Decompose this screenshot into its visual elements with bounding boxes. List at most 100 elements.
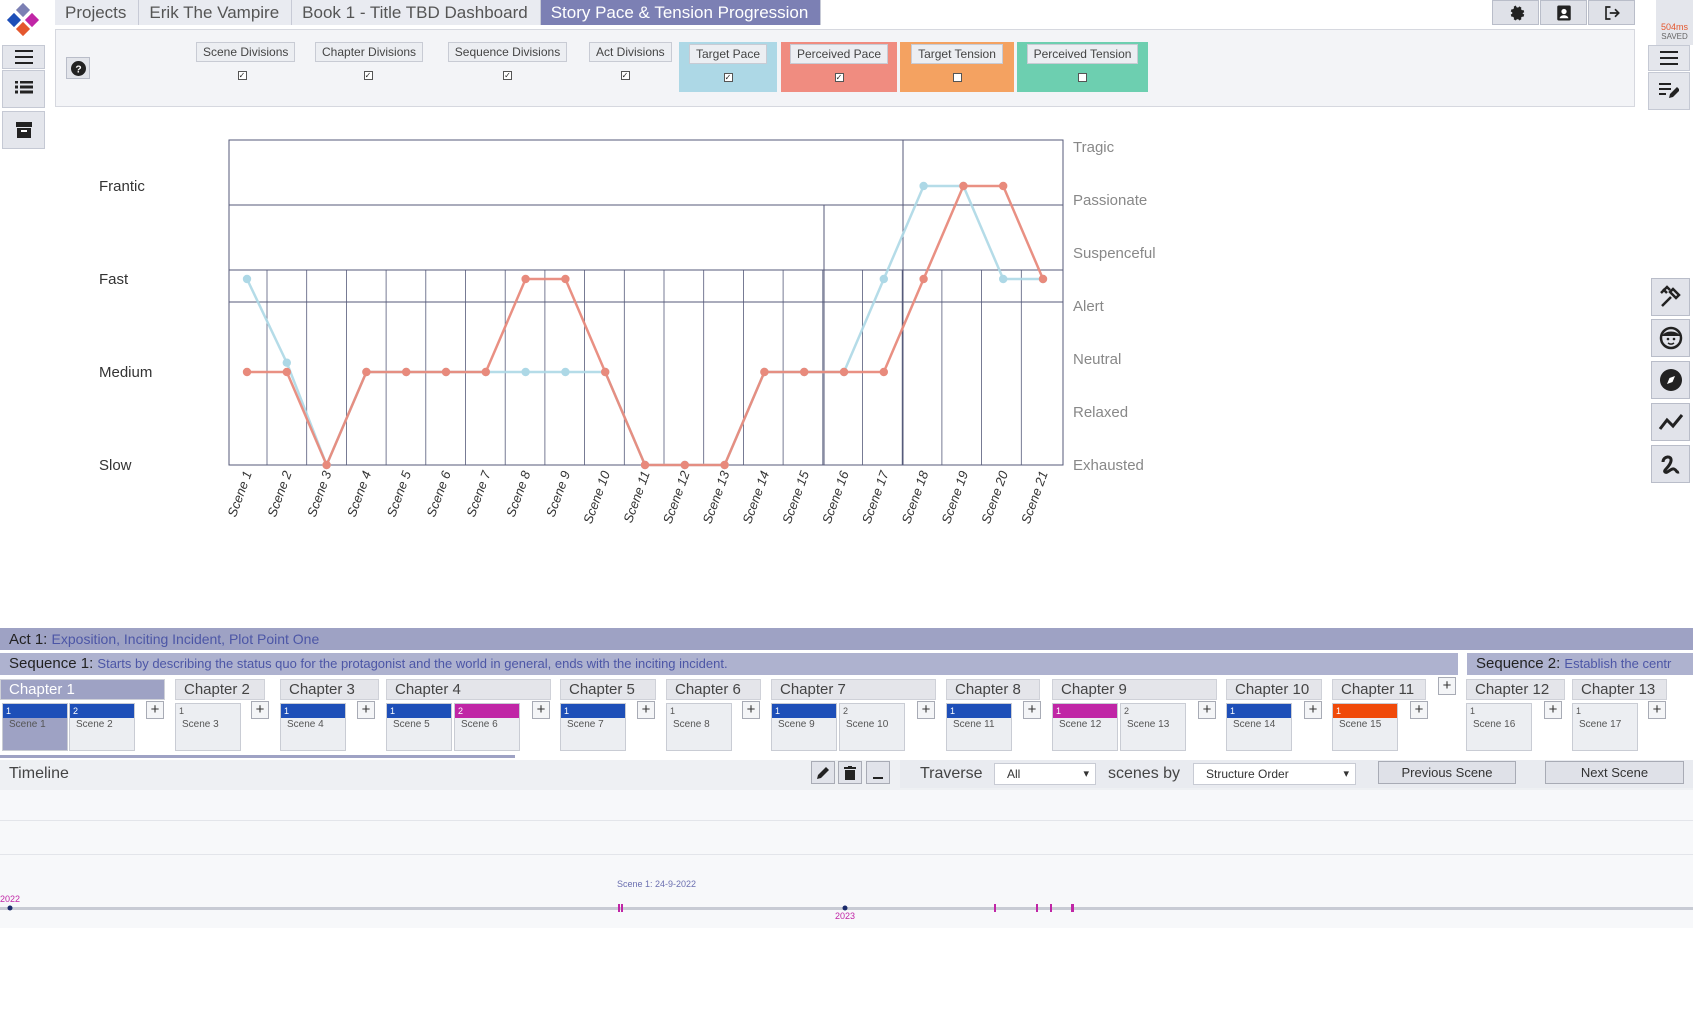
scene-card[interactable]: 2 Scene 6 bbox=[454, 703, 520, 751]
story-arc-button[interactable] bbox=[1651, 445, 1690, 483]
app-logo-icon[interactable] bbox=[5, 3, 41, 39]
account-button[interactable] bbox=[1540, 0, 1587, 25]
data-point[interactable] bbox=[441, 367, 451, 377]
scene-card[interactable]: 1 Scene 11 bbox=[946, 703, 1012, 751]
scene-marker[interactable] bbox=[994, 904, 996, 912]
add-scene-button[interactable]: + bbox=[1198, 701, 1216, 719]
data-point[interactable] bbox=[919, 181, 928, 191]
filter-act-divisions[interactable]: Act Divisions ✓ bbox=[589, 42, 672, 92]
data-point[interactable] bbox=[561, 274, 570, 284]
list-view-button[interactable] bbox=[2, 70, 45, 108]
act-bar[interactable]: Act 1: Exposition, Inciting Incident, Pl… bbox=[0, 628, 1693, 650]
character-button[interactable] bbox=[1651, 319, 1690, 357]
settings-button[interactable] bbox=[1492, 0, 1539, 25]
data-point[interactable] bbox=[601, 367, 610, 377]
data-point[interactable] bbox=[521, 274, 530, 284]
breadcrumb-project[interactable]: Erik The Vampire bbox=[139, 0, 293, 25]
delete-timeline-button[interactable] bbox=[838, 761, 862, 784]
data-point[interactable] bbox=[999, 181, 1008, 191]
filter-checkbox[interactable]: ✓ bbox=[620, 71, 630, 80]
add-scene-button[interactable]: + bbox=[1410, 701, 1428, 719]
scene-card[interactable]: 1 Scene 12 bbox=[1052, 703, 1118, 751]
data-point[interactable] bbox=[959, 181, 968, 191]
data-point[interactable] bbox=[800, 367, 809, 377]
filter-perceived-pace[interactable]: Perceived Pace ✓ bbox=[781, 42, 897, 92]
data-point[interactable] bbox=[242, 274, 252, 284]
filter-sequence-divisions[interactable]: Sequence Divisions ✓ bbox=[445, 42, 570, 92]
left-menu-button[interactable] bbox=[2, 45, 45, 69]
chapter-tab[interactable]: Chapter 4 bbox=[386, 679, 551, 700]
filter-chapter-divisions[interactable]: Chapter Divisions ✓ bbox=[315, 42, 424, 92]
data-point[interactable] bbox=[402, 367, 411, 377]
scene-card[interactable]: 1 Scene 7 bbox=[560, 703, 626, 751]
data-point[interactable] bbox=[521, 367, 530, 377]
filter-scene-divisions[interactable]: Scene Divisions ✓ bbox=[196, 42, 296, 92]
next-scene-button[interactable]: Next Scene bbox=[1545, 761, 1684, 784]
data-point[interactable] bbox=[282, 367, 291, 377]
filter-perceived-tension[interactable]: Perceived Tension bbox=[1017, 42, 1148, 92]
chapter-tab[interactable]: Chapter 8 bbox=[946, 679, 1040, 700]
data-point[interactable] bbox=[362, 367, 371, 377]
scene-card[interactable]: 2 Scene 2 bbox=[69, 703, 135, 751]
data-point[interactable] bbox=[879, 367, 888, 377]
scene-card[interactable]: 2 Scene 13 bbox=[1120, 703, 1186, 751]
data-point[interactable] bbox=[322, 460, 331, 470]
scene-card[interactable]: 1 Scene 3 bbox=[175, 703, 241, 751]
chapter-tab[interactable]: Chapter 3 bbox=[280, 679, 379, 700]
filter-checkbox[interactable]: ✓ bbox=[834, 73, 844, 82]
scene-marker[interactable] bbox=[1071, 904, 1074, 912]
scene-card[interactable]: 1 Scene 14 bbox=[1226, 703, 1292, 751]
filter-target-pace[interactable]: Target Pace ✓ bbox=[679, 42, 777, 92]
breadcrumb-book[interactable]: Book 1 - Title TBD Dashboard bbox=[292, 0, 541, 25]
add-scene-button[interactable]: + bbox=[1304, 701, 1322, 719]
add-scene-button[interactable]: + bbox=[742, 701, 760, 719]
scene-card[interactable]: 1 Scene 9 bbox=[771, 703, 837, 751]
chapter-tab[interactable]: Chapter 11 bbox=[1332, 679, 1426, 700]
data-point[interactable] bbox=[839, 367, 849, 377]
scene-marker[interactable] bbox=[621, 904, 623, 912]
sequence-bar-2[interactable]: Sequence 2: Establish the centr bbox=[1467, 653, 1693, 675]
scene-marker[interactable] bbox=[1050, 904, 1052, 912]
add-scene-button[interactable]: + bbox=[251, 701, 269, 719]
chapter-tab[interactable]: Chapter 7 bbox=[771, 679, 936, 700]
filter-checkbox[interactable]: ✓ bbox=[363, 71, 373, 80]
add-scene-button[interactable]: + bbox=[1438, 677, 1456, 695]
filter-target-tension[interactable]: Target Tension bbox=[900, 42, 1014, 92]
filter-checkbox[interactable] bbox=[952, 73, 962, 82]
add-scene-button[interactable]: + bbox=[146, 701, 164, 719]
scene-card[interactable]: 1 Scene 1 bbox=[2, 703, 68, 751]
add-scene-button[interactable]: + bbox=[1544, 701, 1562, 719]
tools-button[interactable] bbox=[1651, 278, 1690, 316]
data-point[interactable] bbox=[760, 367, 769, 377]
data-point[interactable] bbox=[680, 460, 689, 470]
order-select[interactable]: Structure Order ▾ bbox=[1193, 763, 1356, 785]
data-point[interactable] bbox=[242, 367, 252, 377]
chapter-tab[interactable]: Chapter 10 bbox=[1226, 679, 1322, 700]
add-scene-button[interactable]: + bbox=[1023, 701, 1041, 719]
help-button[interactable]: ? bbox=[66, 57, 90, 79]
add-scene-button[interactable]: + bbox=[532, 701, 550, 719]
chapter-tab[interactable]: Chapter 12 bbox=[1466, 679, 1565, 700]
pace-chart-button[interactable] bbox=[1651, 403, 1690, 441]
edit-timeline-button[interactable] bbox=[811, 761, 835, 784]
data-point[interactable] bbox=[561, 367, 570, 377]
data-point[interactable] bbox=[879, 274, 888, 284]
data-point[interactable] bbox=[481, 367, 490, 377]
add-scene-button[interactable]: + bbox=[1648, 701, 1666, 719]
structure-scrollbar[interactable] bbox=[0, 755, 515, 758]
traverse-select[interactable]: All ▾ bbox=[994, 763, 1096, 785]
data-point[interactable] bbox=[919, 274, 928, 284]
data-point[interactable] bbox=[1038, 274, 1048, 284]
scene-card[interactable]: 1 Scene 8 bbox=[666, 703, 732, 751]
scene-card[interactable]: 1 Scene 5 bbox=[386, 703, 452, 751]
add-scene-button[interactable]: + bbox=[917, 701, 935, 719]
logout-button[interactable] bbox=[1588, 0, 1635, 25]
previous-scene-button[interactable]: Previous Scene bbox=[1378, 761, 1516, 784]
chapter-tab[interactable]: Chapter 2 bbox=[175, 679, 265, 700]
scene-card[interactable]: 1 Scene 16 bbox=[1466, 703, 1532, 751]
scene-card[interactable]: 2 Scene 10 bbox=[839, 703, 905, 751]
notes-button[interactable] bbox=[1648, 72, 1690, 110]
scene-marker[interactable] bbox=[1036, 904, 1038, 912]
scene-card[interactable]: 1 Scene 17 bbox=[1572, 703, 1638, 751]
scene-card[interactable]: 1 Scene 15 bbox=[1332, 703, 1398, 751]
